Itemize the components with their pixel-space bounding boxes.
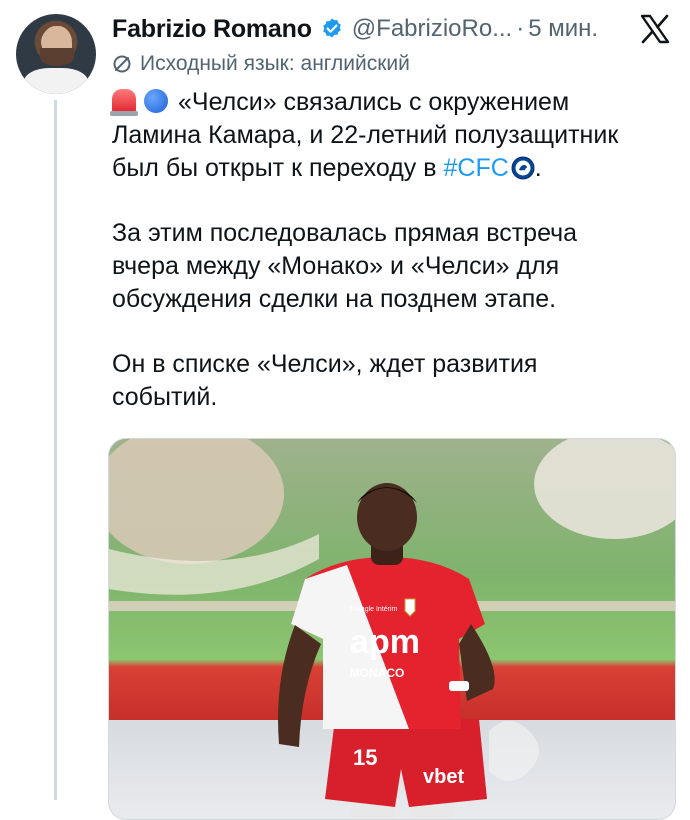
translation-note[interactable]: Исходный язык: английский <box>112 50 410 78</box>
translate-icon <box>113 55 131 73</box>
tweet-para2-line2: вчера между «Монако» и «Челси» для <box>112 252 560 280</box>
tweet-line-3-suffix: . <box>534 154 542 182</box>
shorts-number: 15 <box>353 745 377 770</box>
tweet-media-photo[interactable]: apm MONACO Triangle Intérim 15 vbet <box>108 438 676 820</box>
separator-dot: · <box>516 15 525 42</box>
tweet-line-3-prefix: был бы открыт к переходу в <box>112 154 444 182</box>
siren-icon <box>110 89 138 116</box>
tweet-line-1: «Челси» связались с окружением <box>110 86 672 119</box>
translation-note-text: Исходный язык: английский <box>140 52 410 75</box>
kit-brand: Triangle Intérim <box>349 606 398 613</box>
player-figure: apm MONACO Triangle Intérim 15 vbet <box>278 483 495 819</box>
author-handle[interactable]: @FabrizioRo... <box>352 15 512 43</box>
shirt-sponsor-sub: MONACO <box>350 666 405 680</box>
tweet-text: «Челси» связались с окружением Ламина Ка… <box>110 86 672 414</box>
avatar-shirt <box>24 68 88 94</box>
verified-badge-icon <box>320 17 344 41</box>
shirt-sponsor: apm <box>350 623 420 661</box>
tweet-para2-line3: обсуждения сделки на позднем этапе. <box>112 285 557 313</box>
tweet-para3-line1: Он в списке «Челси», ждет развития <box>112 350 538 378</box>
avatar[interactable] <box>16 14 96 94</box>
tweet-line-1-text: «Челси» связались с окружением <box>178 88 570 116</box>
blue-circle-icon <box>144 89 168 113</box>
post-time[interactable]: 5 мин. <box>528 15 598 43</box>
author-name[interactable]: Fabrizio Romano <box>112 15 312 44</box>
hashtag-link[interactable]: #CFC <box>443 154 508 182</box>
tweet-line-2: Ламина Камара, и 22-летний полузащитник <box>112 121 619 149</box>
x-logo-icon[interactable] <box>638 12 672 46</box>
chelsea-badge-icon <box>511 156 535 180</box>
tweet-header: Fabrizio Romano @FabrizioRo... · 5 мин. <box>112 12 670 46</box>
tweet-line-3: был бы открыт к переходу в #CFC . <box>112 152 672 185</box>
tweet-para3-line2: событий. <box>112 383 218 411</box>
banner-face-left <box>109 439 284 564</box>
avatar-beard <box>40 48 74 66</box>
banner-face-right <box>534 439 675 539</box>
shorts-sponsor: vbet <box>423 766 464 788</box>
thread-line <box>54 100 57 800</box>
tweet-para2-line1: За этим последовалась прямая встреча <box>112 219 578 247</box>
